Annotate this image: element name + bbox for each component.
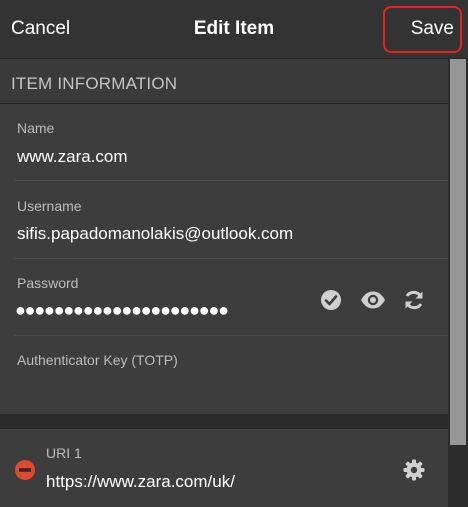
remove-circle-icon[interactable] <box>14 459 36 481</box>
username-field[interactable]: Username sifis.papadomanolakis@outlook.c… <box>0 181 448 259</box>
refresh-icon[interactable] <box>403 289 425 311</box>
gear-icon[interactable] <box>403 459 425 481</box>
password-label: Password <box>17 275 79 291</box>
totp-label: Authenticator Key (TOTP) <box>17 352 178 368</box>
password-field[interactable]: Password ●●●●●●●●●●●●●●●●●●●●●● <box>0 259 448 336</box>
section-title: ITEM INFORMATION <box>11 74 178 93</box>
uri-field[interactable]: URI 1 https://www.zara.com/uk/ <box>0 429 448 507</box>
name-label: Name <box>17 120 55 136</box>
section-header: ITEM INFORMATION <box>0 59 448 104</box>
edit-item-form: ITEM INFORMATION Name www.zara.com Usern… <box>0 59 448 507</box>
check-circle-icon[interactable] <box>320 289 342 311</box>
username-input[interactable]: sifis.papadomanolakis@outlook.com <box>17 224 293 244</box>
username-label: Username <box>17 198 82 214</box>
totp-field[interactable]: Authenticator Key (TOTP) <box>0 336 448 414</box>
name-input[interactable]: www.zara.com <box>17 147 128 167</box>
uri-label: URI 1 <box>46 445 82 461</box>
nav-header: Cancel Edit Item Save <box>0 0 468 59</box>
password-input[interactable]: ●●●●●●●●●●●●●●●●●●●●●● <box>15 300 229 321</box>
section-gap <box>0 414 448 429</box>
name-field[interactable]: Name www.zara.com <box>0 104 448 181</box>
uri-input[interactable]: https://www.zara.com/uk/ <box>46 472 235 492</box>
save-highlight-annotation <box>383 6 462 53</box>
scrollbar-thumb[interactable] <box>450 59 466 445</box>
eye-icon[interactable] <box>360 290 386 310</box>
